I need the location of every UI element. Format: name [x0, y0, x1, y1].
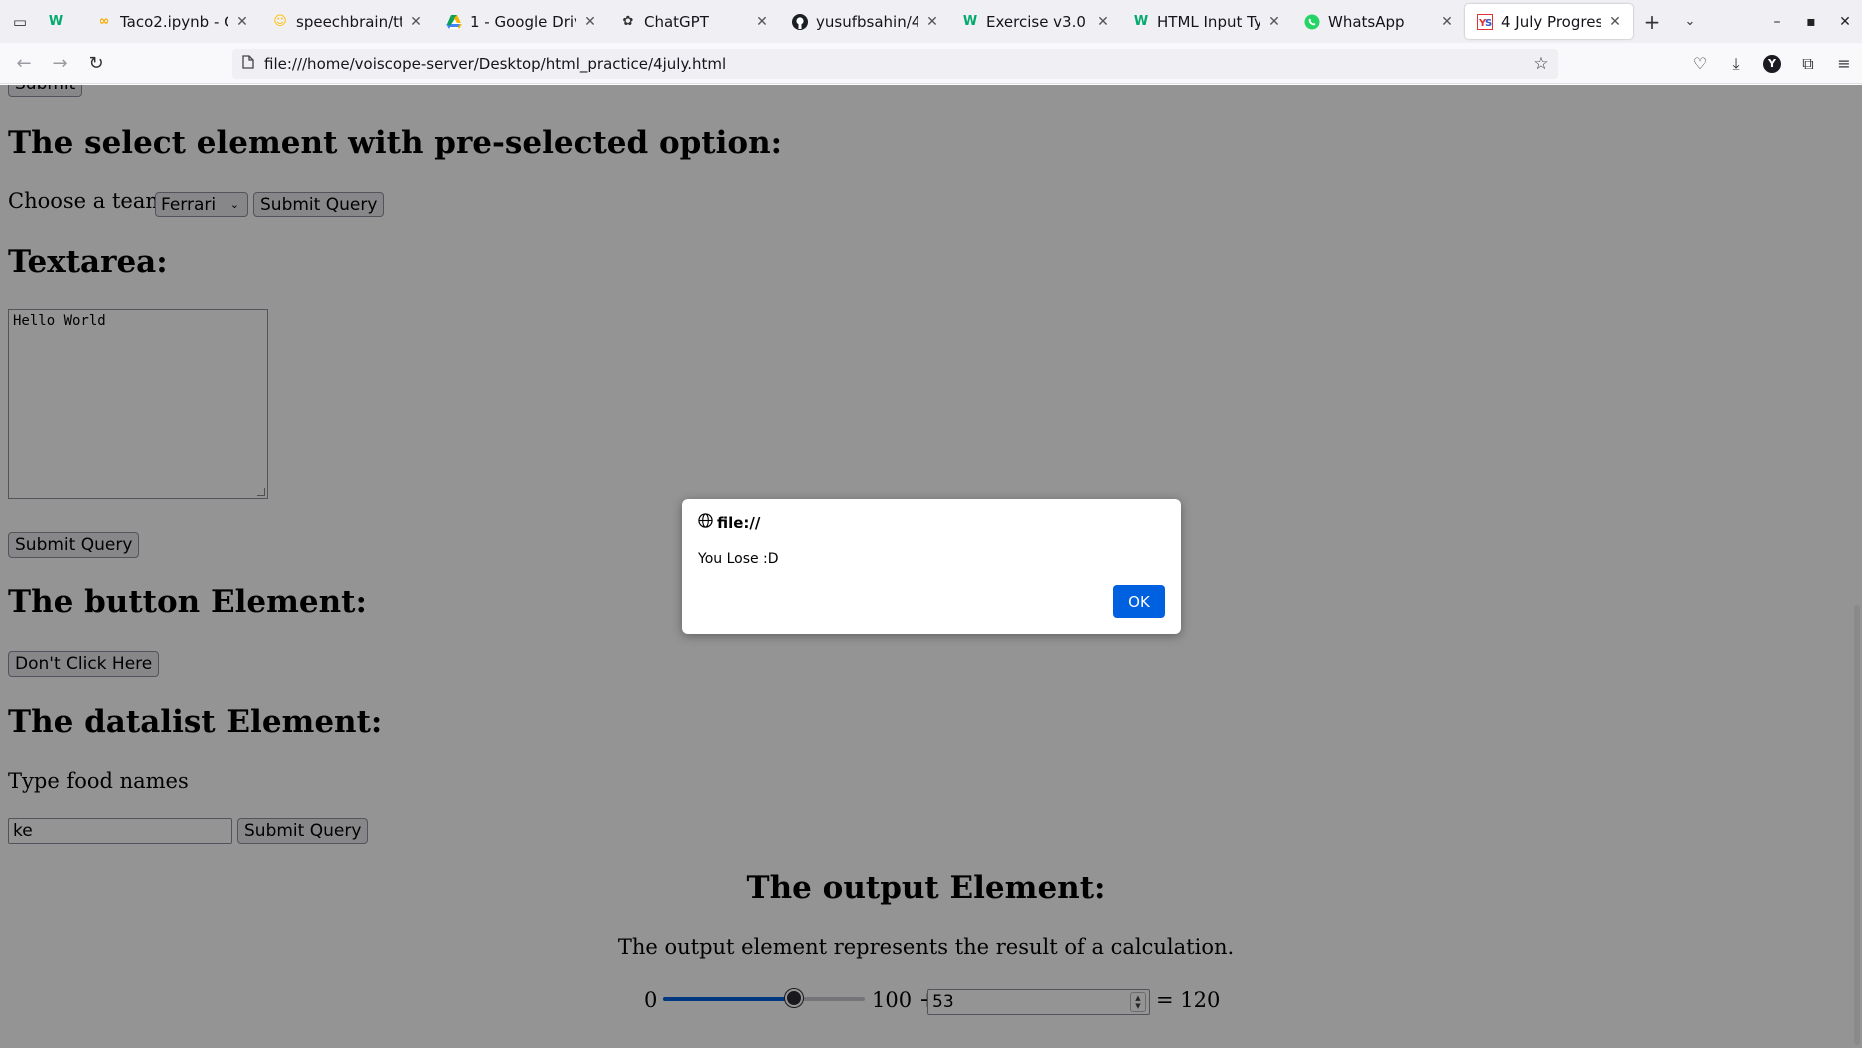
close-icon[interactable]: ✕ [1607, 14, 1623, 30]
alert-dialog: file:// You Lose :D OK [682, 499, 1181, 634]
toolbar-icons: ♡ ⤓ Y ⧉ ≡ [1682, 43, 1862, 84]
pocket-icon[interactable]: ♡ [1682, 54, 1718, 73]
ok-button[interactable]: OK [1113, 585, 1165, 618]
tab-title: Taco2.ipynb - Col [120, 12, 228, 31]
tab-title: 1 - Google Drive [470, 12, 576, 31]
page-icon [232, 55, 264, 73]
account-avatar[interactable]: Y [1763, 54, 1781, 73]
scrollbar-thumb[interactable] [1854, 605, 1860, 1045]
close-icon[interactable]: ✕ [1266, 14, 1282, 30]
close-icon[interactable]: ✕ [1439, 14, 1455, 30]
github-icon [792, 13, 808, 30]
minimize-icon[interactable]: – [1760, 14, 1794, 30]
tab-title: WhatsApp [1328, 12, 1405, 31]
tab-title: yusufbsahin/4july [816, 12, 918, 31]
tab-whatsapp[interactable]: WhatsApp ✕ [1292, 0, 1465, 43]
tab-title: 4 July Progress [1501, 12, 1601, 31]
google-drive-icon [446, 14, 462, 30]
close-icon[interactable]: ✕ [924, 14, 940, 30]
colab-icon: ∞ [98, 14, 110, 29]
tab-title: Exercise v3.0 [986, 12, 1086, 31]
page-icon: YS [1477, 13, 1493, 30]
url-text: file:///home/voiscope-server/Desktop/htm… [264, 55, 727, 73]
tab-exercise[interactable]: W Exercise v3.0 ✕ [950, 0, 1121, 43]
w-icon: W [48, 14, 64, 29]
w-icon: W [1133, 14, 1149, 29]
reload-icon[interactable]: ↻ [78, 53, 114, 74]
tab-list-icon[interactable]: ▭ [0, 0, 40, 43]
tab-title: HTML Input Type [1157, 12, 1260, 31]
menu-icon[interactable]: ≡ [1826, 54, 1862, 73]
extensions-icon[interactable]: ⧉ [1790, 54, 1826, 74]
tab-w[interactable]: W [40, 0, 84, 43]
download-icon[interactable]: ⤓ [1718, 54, 1754, 74]
maximize-icon[interactable]: ▪ [1794, 14, 1828, 30]
new-tab-icon[interactable]: + [1633, 0, 1671, 43]
url-bar[interactable]: file:///home/voiscope-server/Desktop/htm… [232, 49, 1558, 79]
page-scrollbar[interactable] [1852, 85, 1862, 1048]
tab-colab[interactable]: ∞ Taco2.ipynb - Col ✕ [84, 0, 260, 43]
close-icon[interactable]: ✕ [234, 14, 250, 30]
tab-google-drive[interactable]: 1 - Google Drive ✕ [434, 0, 608, 43]
close-icon[interactable]: ✕ [582, 14, 598, 30]
hugging-face-icon: ☺ [273, 14, 287, 29]
window-controls: – ▪ ✕ [1760, 0, 1862, 43]
chevron-down-icon[interactable]: ⌄ [1671, 0, 1709, 43]
bookmark-star-icon[interactable]: ☆ [1524, 54, 1558, 74]
tab-title: speechbrain/tts-t [296, 12, 402, 31]
forward-icon[interactable]: → [42, 53, 78, 74]
close-window-icon[interactable]: ✕ [1828, 14, 1862, 30]
tab-github[interactable]: yusufbsahin/4july ✕ [780, 0, 950, 43]
tab-title: ChatGPT [644, 12, 709, 31]
dialog-origin-text: file:// [717, 513, 761, 532]
globe-icon [698, 513, 713, 532]
tab-bar: ▭ W ∞ Taco2.ipynb - Col ✕ ☺ speechbrain/… [0, 0, 1862, 43]
tab-4july-progress[interactable]: YS 4 July Progress ✕ [1465, 4, 1633, 39]
dialog-origin: file:// [698, 513, 760, 532]
close-icon[interactable]: ✕ [754, 14, 770, 30]
whatsapp-icon [1304, 14, 1320, 30]
close-icon[interactable]: ✕ [1095, 14, 1111, 30]
tab-speechbrain[interactable]: ☺ speechbrain/tts-t ✕ [260, 0, 434, 43]
chatgpt-icon: ✿ [622, 14, 634, 29]
tab-html-input[interactable]: W HTML Input Type ✕ [1121, 0, 1292, 43]
close-icon[interactable]: ✕ [408, 14, 424, 30]
tab-chatgpt[interactable]: ✿ ChatGPT ✕ [608, 0, 780, 43]
w-icon: W [962, 14, 978, 29]
svg-text:S: S [1485, 18, 1492, 29]
navigation-bar: ← → ↻ file:///home/voiscope-server/Deskt… [0, 43, 1862, 84]
dialog-message: You Lose :D [698, 551, 779, 567]
back-icon[interactable]: ← [6, 53, 42, 74]
